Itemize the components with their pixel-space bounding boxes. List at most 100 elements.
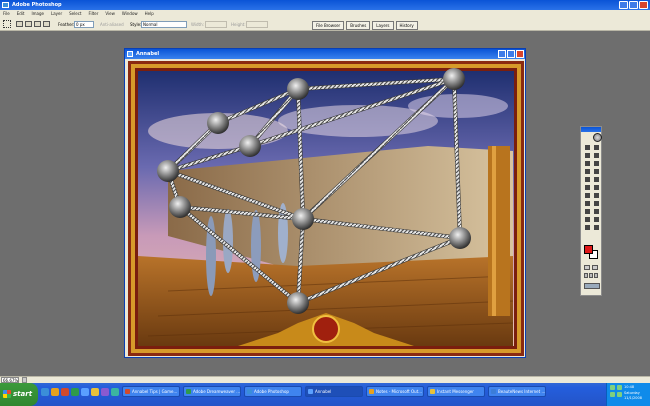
photoshop-eye-icon[interactable] — [593, 133, 602, 142]
document-maximize-button[interactable] — [507, 50, 515, 58]
marquee-tool-icon[interactable] — [3, 20, 11, 28]
foreground-color-swatch[interactable] — [584, 245, 593, 254]
game-artwork — [128, 61, 524, 356]
feather-label: Feather: — [58, 22, 75, 27]
feather-input[interactable]: 0 px — [74, 21, 94, 28]
security-icon[interactable] — [610, 392, 615, 397]
width-label: Width: — [191, 22, 204, 27]
tab-brushes[interactable]: Brushes — [346, 21, 371, 30]
hand-tool-icon[interactable] — [585, 225, 590, 230]
shape-tool-icon[interactable] — [594, 209, 599, 214]
media-player-icon[interactable] — [61, 388, 69, 396]
clone-stamp-icon[interactable] — [585, 177, 590, 182]
menu-image[interactable]: Image — [31, 10, 44, 18]
new-selection-icon[interactable] — [16, 21, 23, 27]
anti-aliased-checkbox[interactable]: Anti-aliased — [100, 22, 124, 27]
photoshop-icon — [247, 389, 252, 394]
eyedropper-icon[interactable] — [594, 217, 599, 222]
messenger-tray-icon[interactable] — [617, 392, 622, 397]
marquee-tool-icon[interactable] — [585, 145, 590, 150]
windows-logo-icon — [3, 390, 11, 398]
intersect-selection-icon[interactable] — [43, 21, 50, 27]
start-button[interactable]: start — [0, 383, 38, 406]
canvas[interactable] — [128, 61, 524, 356]
history-brush-icon[interactable] — [594, 177, 599, 182]
network-icon[interactable] — [610, 385, 615, 390]
document-close-button[interactable] — [516, 50, 524, 58]
menu-filter[interactable]: Filter — [88, 10, 98, 18]
document-title-bar[interactable]: Annabel — [125, 49, 525, 59]
task-label: Adobe Dreamweaver ... — [193, 389, 241, 394]
show-desktop-icon[interactable] — [101, 388, 109, 396]
brush-tool-icon[interactable] — [594, 169, 599, 174]
standard-screen-icon[interactable] — [584, 273, 588, 278]
messenger-icon[interactable] — [91, 388, 99, 396]
full-screen-icon[interactable] — [594, 273, 598, 278]
move-tool-icon[interactable] — [594, 145, 599, 150]
tab-layers[interactable]: Layers — [372, 21, 394, 30]
document-minimize-button[interactable] — [498, 50, 506, 58]
quick-mask-icon[interactable] — [592, 265, 598, 270]
crop-tool-icon[interactable] — [585, 161, 590, 166]
knot-node — [287, 78, 309, 100]
task-dreamweaver[interactable]: Adobe Dreamweaver ... — [183, 386, 241, 397]
internet-explorer-icon[interactable] — [41, 388, 49, 396]
clock[interactable]: 10:48 Saturday 11/1/2008 — [624, 385, 642, 402]
menu-layer[interactable]: Layer — [51, 10, 62, 18]
blur-tool-icon[interactable] — [585, 193, 590, 198]
firefox-icon[interactable] — [111, 388, 119, 396]
minimize-button[interactable] — [619, 1, 628, 9]
subtract-selection-icon[interactable] — [34, 21, 41, 27]
magic-wand-icon[interactable] — [594, 153, 599, 158]
tab-history[interactable]: History — [395, 21, 418, 30]
add-selection-icon[interactable] — [25, 21, 32, 27]
type-tool-icon[interactable] — [594, 201, 599, 206]
task-beautenews[interactable]: BeauteNews Internet ... — [488, 386, 546, 397]
path-select-icon[interactable] — [585, 201, 590, 206]
volume-icon[interactable] — [617, 385, 622, 390]
maximize-button[interactable] — [629, 1, 638, 9]
task-outlook-notes[interactable]: Notes - Microsoft Out... — [366, 386, 424, 397]
menu-file[interactable]: File — [3, 10, 10, 18]
messenger-icon — [430, 389, 435, 394]
task-annabel[interactable]: Annabel — [305, 386, 363, 397]
knot-node — [292, 208, 314, 230]
healing-brush-icon[interactable] — [585, 169, 590, 174]
height-input[interactable] — [246, 21, 268, 28]
close-button[interactable] — [639, 1, 648, 9]
tab-file-browser[interactable]: File Browser — [312, 21, 345, 30]
app-title-bar: Adobe Photoshop — [0, 0, 650, 10]
zoom-tool-icon[interactable] — [594, 225, 599, 230]
window-controls — [619, 1, 648, 9]
menu-window[interactable]: Window — [122, 10, 138, 18]
full-screen-menu-icon[interactable] — [589, 273, 593, 278]
pen-tool-icon[interactable] — [585, 209, 590, 214]
task-label: BeauteNews Internet ... — [498, 389, 546, 394]
menu-view[interactable]: View — [105, 10, 115, 18]
menu-help[interactable]: Help — [145, 10, 154, 18]
tool-palette-header[interactable] — [581, 127, 601, 132]
document-window-controls — [498, 50, 524, 58]
gradient-tool-icon[interactable] — [594, 185, 599, 190]
task-annabel-tips[interactable]: Annabel Tips | Game... — [122, 386, 180, 397]
outlook-icon[interactable] — [51, 388, 59, 396]
notes-tool-icon[interactable] — [585, 217, 590, 222]
slice-tool-icon[interactable] — [594, 161, 599, 166]
eraser-tool-icon[interactable] — [585, 185, 590, 190]
dodge-tool-icon[interactable] — [594, 193, 599, 198]
knot-node — [157, 160, 179, 182]
jump-to-imageready-icon[interactable] — [584, 283, 600, 289]
width-input[interactable] — [205, 21, 227, 28]
menu-select[interactable]: Select — [69, 10, 81, 18]
standard-mode-icon[interactable] — [584, 265, 590, 270]
photoshop-launch-icon[interactable] — [81, 388, 89, 396]
dreamweaver-icon[interactable] — [71, 388, 79, 396]
task-instant-messenger[interactable]: Instant Messenger — [427, 386, 485, 397]
task-photoshop[interactable]: Adobe Photoshop — [244, 386, 302, 397]
style-select[interactable]: Normal — [141, 21, 187, 28]
lasso-tool-icon[interactable] — [585, 153, 590, 158]
menu-edit[interactable]: Edit — [17, 10, 25, 18]
task-list: Annabel Tips | Game... Adobe Dreamweaver… — [122, 386, 546, 397]
document-icon — [127, 51, 133, 57]
dreamweaver-icon — [186, 389, 191, 394]
